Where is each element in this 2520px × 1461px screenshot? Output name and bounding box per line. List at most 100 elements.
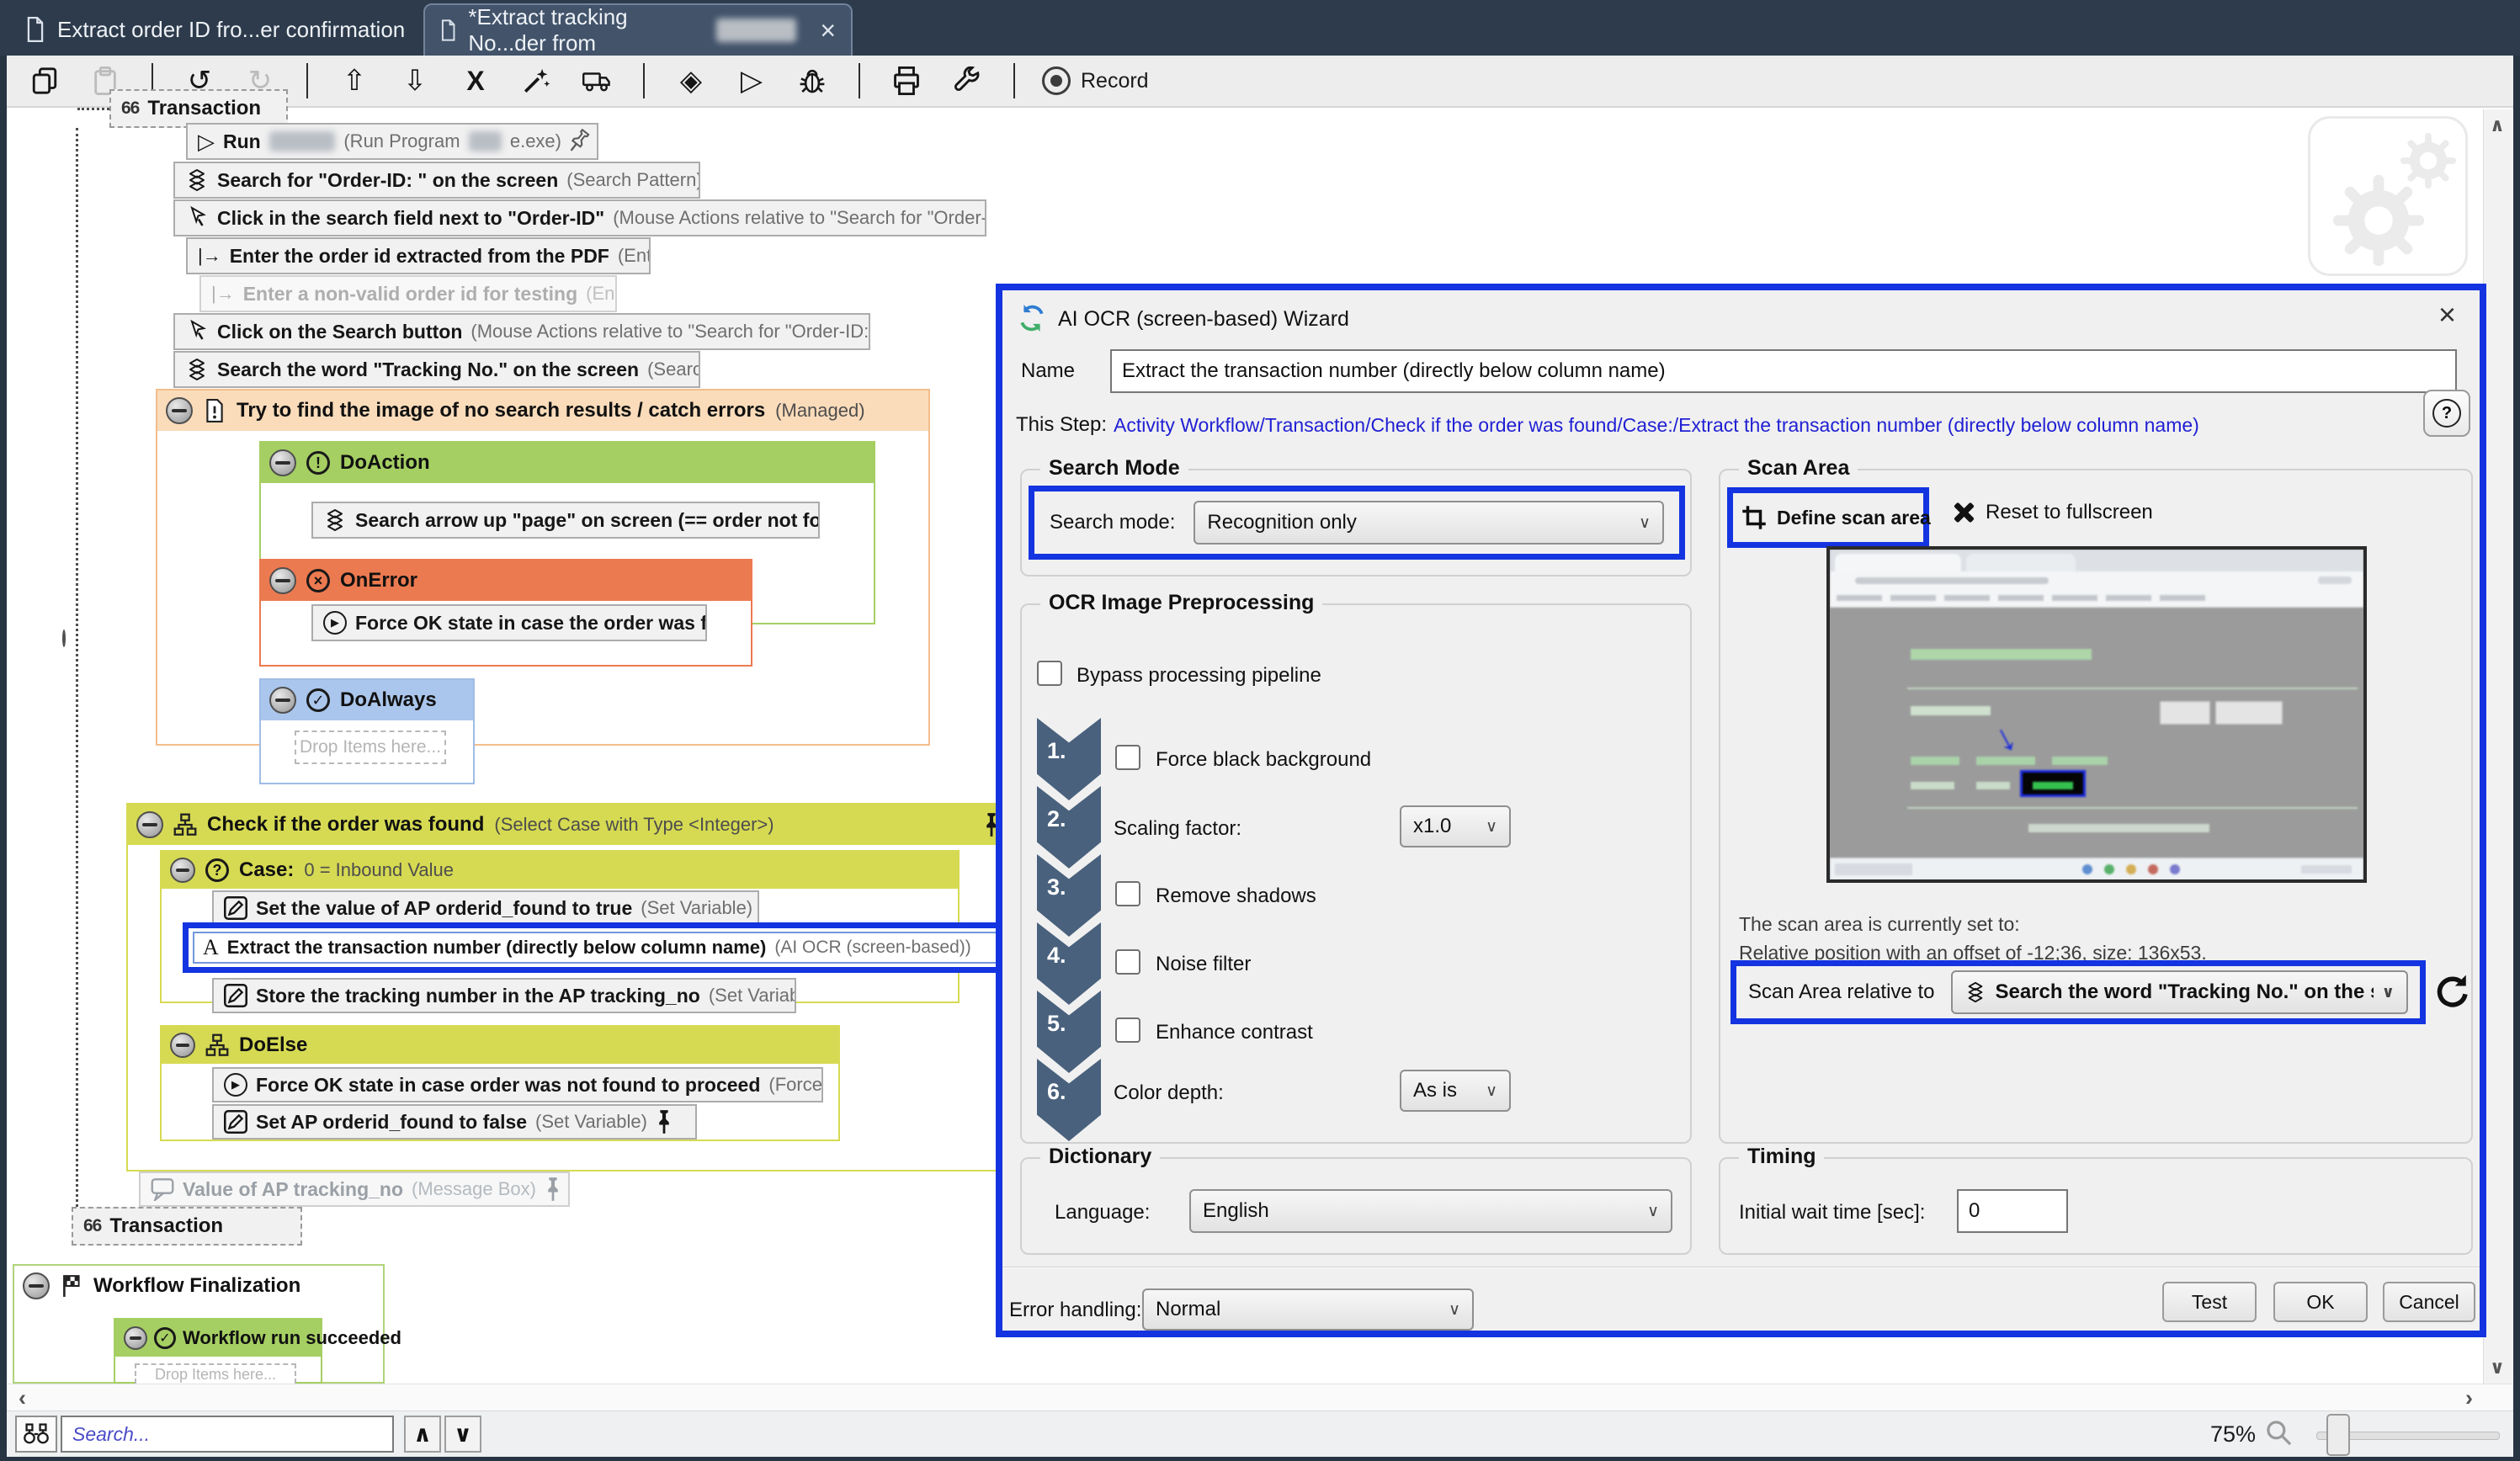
step-force-ok-not-found[interactable]: ▶ Force OK state in case order was not f… (212, 1067, 823, 1102)
find-next-button[interactable]: ∨ (444, 1416, 481, 1453)
help-button[interactable]: ? (2423, 390, 2470, 437)
delivery-truck-button[interactable] (577, 61, 616, 100)
run-succeeded-header[interactable]: ✓ Workflow run succeeded (115, 1320, 321, 1357)
breakpoint-diamond-button[interactable]: ◈ (672, 61, 710, 100)
scroll-left-icon[interactable]: ‹ (19, 1387, 26, 1410)
ai-ocr-wizard-dialog: AI OCR (screen-based) Wizard × Name This… (996, 284, 2486, 1337)
step-click-search-field[interactable]: Click in the search field next to "Order… (173, 199, 986, 236)
preview-scan-highlight-box (2020, 770, 2086, 797)
run-button[interactable]: ▷ (732, 61, 771, 100)
reset-fullscreen-button[interactable]: Reset to fullscreen (1952, 501, 2153, 524)
noise-filter-checkbox[interactable] (1115, 949, 1140, 975)
search-mode-select[interactable]: Recognition only (1194, 501, 1664, 545)
collapse-icon[interactable] (166, 397, 193, 424)
step-set-orderid-false[interactable]: Set AP orderid_found to false (Set Varia… (212, 1104, 697, 1140)
move-up-button[interactable]: ⇧ (335, 61, 374, 100)
language-select[interactable]: English (1189, 1189, 1672, 1233)
enhance-contrast-checkbox[interactable] (1115, 1017, 1140, 1043)
pin-icon[interactable] (564, 126, 593, 157)
step-search-arrow-up[interactable]: Search arrow up "page" on screen (== ord… (311, 502, 820, 539)
print-button[interactable] (887, 61, 926, 100)
cancel-button[interactable]: Cancel (2383, 1282, 2475, 1322)
step-type: (Force OK State) (768, 1074, 823, 1096)
transaction-label: Transaction (147, 97, 261, 120)
drop-items-placeholder[interactable]: Drop Items here... (295, 730, 446, 764)
horizontal-scrollbar[interactable]: ‹ › (7, 1384, 2513, 1411)
test-button[interactable]: Test (2162, 1282, 2257, 1322)
collapse-icon[interactable] (170, 858, 195, 883)
do-action-header[interactable]: ! DoAction (261, 443, 874, 483)
scroll-up-icon[interactable]: ∧ (2490, 116, 2505, 135)
remove-shadows-checkbox[interactable] (1115, 881, 1140, 906)
try-catch-header[interactable]: Try to find the image of no search resul… (157, 390, 928, 431)
collapse-icon[interactable] (269, 449, 296, 476)
wizard-wand-button[interactable] (517, 61, 556, 100)
refresh-icon[interactable] (2433, 974, 2469, 1009)
step-enter-order-id[interactable]: |→ Enter the order id extracted from the… (186, 237, 651, 274)
on-error-header[interactable]: × OnError (261, 560, 751, 601)
block-label: DoAlways (340, 688, 437, 712)
vertical-scrollbar[interactable]: ∧ ∨ (2483, 109, 2512, 1384)
delete-button[interactable]: X (456, 61, 495, 100)
this-step-path-link[interactable]: Activity Workflow/Transaction/Check if t… (1114, 414, 2359, 437)
do-always-header[interactable]: ✓ DoAlways (261, 680, 473, 720)
settings-wrench-button[interactable] (948, 61, 986, 100)
error-x-icon: × (306, 569, 330, 592)
scroll-down-icon[interactable]: ∨ (2490, 1358, 2505, 1377)
debug-button[interactable] (793, 61, 832, 100)
transaction-icon: 66 (83, 1216, 101, 1236)
find-button[interactable] (15, 1416, 57, 1453)
collapse-icon[interactable] (136, 811, 163, 838)
color-depth-select[interactable]: As is (1400, 1070, 1511, 1112)
scan-area-relative-button[interactable]: Search the word "Tracking No." on the sc (1951, 970, 2408, 1014)
mouse-cursor-icon (185, 320, 209, 343)
collapse-icon[interactable] (269, 567, 296, 594)
step-search-tracking-no[interactable]: Search the word "Tracking No." on the sc… (173, 351, 700, 388)
step-store-tracking-number[interactable]: Store the tracking number in the AP trac… (212, 978, 796, 1013)
step-label: Store the tracking number in the AP trac… (256, 985, 700, 1007)
step-force-ok-found[interactable]: ▶ Force OK state in case the order was f… (311, 604, 707, 641)
collapse-icon[interactable] (124, 1326, 147, 1350)
scroll-right-icon[interactable]: › (2465, 1387, 2473, 1410)
move-down-button[interactable]: ⇩ (396, 61, 434, 100)
force-black-background-checkbox[interactable] (1115, 745, 1140, 770)
close-dialog-icon[interactable]: × (2438, 297, 2456, 332)
bypass-pipeline-checkbox[interactable] (1037, 661, 1062, 686)
select-case-header[interactable]: Check if the order was found (Select Cas… (128, 805, 1008, 845)
step-click-search-button[interactable]: Click on the Search button (Mouse Action… (173, 313, 870, 350)
error-handling-select[interactable]: Normal (1142, 1288, 1474, 1331)
transaction-end-marker[interactable]: 66 Transaction (72, 1207, 302, 1246)
define-scan-area-button[interactable]: Define scan area (1777, 507, 1931, 529)
pin-icon[interactable] (656, 1109, 673, 1134)
name-field[interactable] (1110, 349, 2457, 393)
search-pattern-icon (185, 168, 209, 192)
step-extract-transaction-number[interactable]: A Extract the transaction number (direct… (193, 932, 1065, 964)
drop-items-placeholder[interactable]: Drop Items here... (135, 1363, 296, 1384)
record-button[interactable]: Record (1042, 66, 1149, 95)
copy-button[interactable] (25, 61, 64, 100)
collapse-icon[interactable] (23, 1272, 50, 1299)
close-tab-icon[interactable]: × (820, 15, 836, 46)
do-else-header[interactable]: DoElse (162, 1027, 838, 1064)
scan-area-status-line1: The scan area is currently set to: (1739, 913, 2020, 936)
collapse-icon[interactable] (170, 1033, 195, 1058)
step-set-orderid-true[interactable]: Set the value of AP orderid_found to tru… (212, 890, 759, 926)
zoom-slider-handle[interactable] (2326, 1414, 2350, 1456)
tab-extract-tracking-no[interactable]: *Extract tracking No...der from × (423, 3, 853, 56)
step-enter-nonvalid-order-id[interactable]: |→ Enter a non-valid order id for testin… (199, 275, 617, 312)
collapse-transaction-node[interactable] (62, 630, 66, 647)
step-message-box[interactable]: Value of AP tracking_no (Message Box) (139, 1171, 570, 1207)
step-search-order-id[interactable]: Search for "Order-ID: " on the screen (S… (173, 162, 700, 199)
pin-icon[interactable] (545, 1177, 561, 1202)
step-run-program[interactable]: ▷ Run (Run Program e.exe) (186, 123, 598, 160)
redacted-text (469, 131, 502, 151)
initial-wait-field[interactable] (1957, 1189, 2068, 1233)
finalization-header[interactable]: Workflow Finalization (14, 1266, 383, 1306)
ok-button[interactable]: OK (2273, 1282, 2368, 1322)
case-header[interactable]: ? Case: 0 = Inbound Value (162, 852, 958, 889)
find-previous-button[interactable]: ∧ (404, 1416, 441, 1453)
tab-extract-order-id[interactable]: Extract order ID fro...er confirmation (25, 5, 405, 54)
scaling-factor-select[interactable]: x1.0 (1400, 805, 1511, 847)
collapse-icon[interactable] (269, 687, 296, 714)
search-input[interactable] (61, 1416, 394, 1453)
